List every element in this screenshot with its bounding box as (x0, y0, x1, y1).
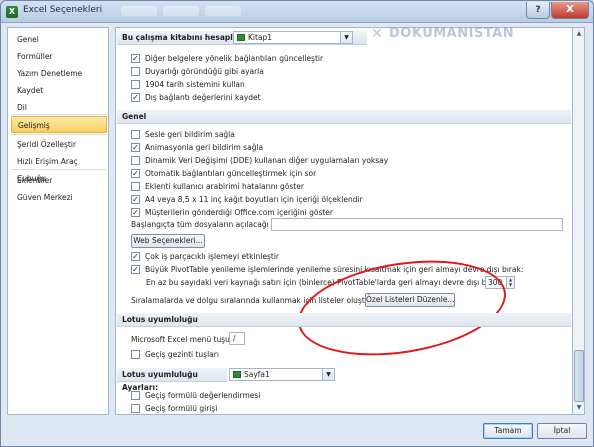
sidebar-divider (11, 134, 107, 135)
checkbox[interactable]: ✓ (131, 143, 140, 152)
option-label: Eklenti kullanıcı arabirimi hatalarını g… (145, 182, 304, 191)
sidebar-item-guven-merkezi[interactable]: Güven Merkezi (11, 189, 107, 206)
checkbox[interactable] (131, 404, 140, 413)
checkbox[interactable]: ✓ (131, 208, 140, 217)
option-label: Animasyonla geri bildirim sağla (145, 143, 264, 152)
help-button[interactable]: ? (526, 2, 550, 19)
close-button[interactable]: X (551, 2, 589, 19)
chevron-down-icon[interactable]: ▼ (322, 369, 334, 380)
sheet-icon (233, 371, 241, 378)
sidebar-item-genel[interactable]: Genel (11, 31, 107, 48)
window-title: Excel Seçenekleri (23, 5, 103, 15)
menu-key-input[interactable]: / (229, 332, 245, 345)
sidebar-item-kaydet[interactable]: Kaydet (11, 82, 107, 99)
titlebar-ghost-tab (163, 6, 199, 16)
sidebar-item-eklentiler[interactable]: Eklentiler (11, 172, 107, 189)
option-label: Dış bağlantı değerlerini kaydet (145, 93, 261, 102)
option-label: Geçiş formülü değerlendirmesi (145, 391, 261, 400)
option-label: Geçiş formülü girişi (145, 404, 218, 413)
checkbox[interactable] (131, 391, 140, 400)
section-general-heading: Genel (117, 110, 571, 124)
web-options-button[interactable]: Web Seçenekleri... (131, 234, 205, 248)
option-label: Dinamik Veri Değişimi (DDE) kullanan diğ… (145, 156, 389, 165)
title-bar: X Excel Seçenekleri ? X (1, 1, 593, 23)
section-lotus-heading: Lotus uyumluluğu (117, 313, 571, 327)
startup-folder-label: Başlangıçta tüm dosyaların açılacağı yer… (131, 220, 286, 229)
titlebar-ghost-tab (205, 6, 241, 16)
sidebar-divider (11, 114, 107, 115)
option-label: Müşterilerin gönderdiği Office.com içeri… (145, 208, 333, 217)
excel-options-dialog: X Excel Seçenekleri ? X Genel Formüller … (0, 0, 594, 447)
sidebar-divider (11, 169, 107, 170)
checkbox[interactable] (131, 67, 140, 76)
options-sidebar: Genel Formüller Yazım Denetleme Kaydet D… (7, 27, 109, 415)
sheet-select-value: Sayfa1 (244, 370, 270, 379)
checkbox[interactable] (131, 130, 140, 139)
option-label: Duyarlığı göründüğü gibi ayarla (145, 67, 264, 76)
scroll-down-icon[interactable]: ▼ (574, 403, 584, 413)
sheet-select[interactable]: Sayfa1 ▼ (229, 368, 335, 381)
startup-folder-input[interactable] (271, 218, 563, 231)
cancel-button[interactable]: İptal (537, 423, 587, 439)
checkbox[interactable]: ✓ (131, 54, 140, 63)
option-label: Otomatik bağlantıları güncelleştirmek iç… (145, 169, 317, 178)
checkbox[interactable]: ✓ (131, 252, 140, 261)
checkbox[interactable] (131, 182, 140, 191)
workbook-select-value: Kitap1 (248, 33, 273, 42)
workbook-icon (237, 34, 245, 41)
scrollbar-thumb[interactable] (574, 350, 584, 402)
sidebar-item-gelismis[interactable]: Gelişmiş (11, 116, 107, 133)
option-label: A4 veya 8,5 x 11 inç kağıt boyutları içi… (145, 195, 363, 204)
checkbox[interactable] (131, 350, 140, 359)
option-label: Çok iş parçacıklı işlemeyi etkinleştir (145, 252, 279, 261)
titlebar-ghost-tab (121, 6, 157, 16)
menu-key-label: Microsoft Excel menü tuşu: (131, 335, 233, 344)
section-lotus-settings-heading: Lotus uyumluluğu Ayarları: (117, 368, 227, 392)
checkbox[interactable] (131, 80, 140, 89)
option-label: Diğer belgelere yönelik bağlantıları gün… (145, 54, 324, 63)
sidebar-item-seridi-ozellestir[interactable]: Şeridi Özelleştir (11, 136, 107, 153)
option-label: Geçiş gezinti tuşları (145, 350, 219, 359)
sidebar-item-formuller[interactable]: Formüller (11, 48, 107, 65)
excel-app-icon: X (6, 6, 18, 18)
watermark-logo-icon: ✕ (371, 26, 383, 42)
checkbox[interactable]: ✓ (131, 93, 140, 102)
chevron-down-icon[interactable]: ▼ (340, 32, 352, 43)
workbook-select[interactable]: Kitap1 ▼ (233, 31, 353, 44)
checkbox[interactable]: ✓ (131, 195, 140, 204)
sidebar-item-hizli-erisim[interactable]: Hızlı Erişim Araç Çubuğu (11, 153, 107, 183)
sidebar-item-yazim-denetleme[interactable]: Yazım Denetleme (11, 65, 107, 82)
scroll-up-icon[interactable]: ▲ (574, 29, 584, 39)
spinner-arrows-icon[interactable]: ▲ ▼ (506, 277, 514, 288)
option-label: 1904 tarih sistemini kullan (145, 80, 245, 89)
vertical-scrollbar[interactable]: ▲ ▼ (572, 27, 585, 415)
ok-button[interactable]: Tamam (483, 423, 533, 439)
checkbox[interactable] (131, 156, 140, 165)
watermark-text: DOKUMANISTAN (389, 26, 515, 41)
checkbox[interactable]: ✓ (131, 169, 140, 178)
option-label: Sesle geri bildirim sağla (145, 130, 235, 139)
checkbox[interactable]: ✓ (131, 265, 140, 274)
